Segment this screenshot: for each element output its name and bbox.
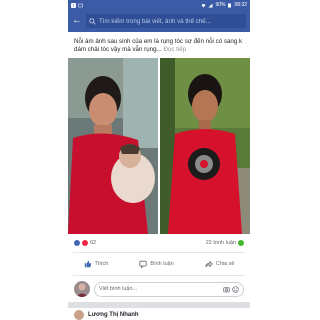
thumbs-up-icon	[84, 260, 91, 268]
reaction-summary[interactable]: 62 22 bình luận	[68, 234, 250, 252]
image-notification-icon	[78, 3, 83, 7]
left-gutter	[0, 0, 68, 320]
avatar	[74, 310, 84, 320]
status-left: f	[71, 2, 83, 8]
post-photos	[68, 58, 250, 234]
reaction-count: 62	[90, 240, 97, 246]
woman-red-shirt-photo	[160, 58, 250, 234]
user-avatar-icon	[74, 281, 90, 297]
photo-left[interactable]	[68, 58, 158, 234]
share-label: Chia sẻ	[215, 261, 235, 267]
battery-icon	[228, 3, 232, 7]
like-reaction-icon	[74, 240, 80, 246]
wifi-icon	[201, 3, 206, 7]
back-arrow-icon[interactable]: ←	[72, 16, 82, 26]
clock: 08:32	[234, 2, 247, 8]
comment-label: Bình luận	[150, 261, 174, 267]
search-header: ← Tìm kiếm trong bài viết, ảnh và thể ch…	[68, 10, 250, 32]
camera-icon[interactable]	[223, 286, 230, 293]
status-bar: f 90% 08:32	[68, 0, 250, 10]
reaction-count-group: 62	[74, 240, 96, 246]
action-bar: Thích Bình luận Chia sẻ	[68, 253, 250, 275]
comment-input[interactable]: Viết bình luận...	[94, 281, 244, 297]
next-post-header[interactable]: Lương Thị Nhanh	[68, 308, 250, 320]
battery-percent: 90%	[215, 2, 226, 8]
online-dot-icon	[238, 240, 244, 246]
avatar	[74, 281, 90, 297]
comment-composer: Viết bình luận...	[68, 276, 250, 302]
comment-bubble-icon	[139, 260, 148, 268]
share-arrow-icon	[204, 260, 213, 268]
status-right: 90% 08:32	[201, 2, 247, 8]
mother-holding-baby-photo	[68, 58, 158, 234]
share-button[interactable]: Chia sẻ	[204, 260, 235, 268]
screen: f 90% 08:32 ← Tìm kiếm trong bài viết, ả…	[0, 0, 320, 320]
facebook-icon: f	[71, 2, 76, 8]
next-post-author[interactable]: Lương Thị Nhanh	[88, 312, 139, 318]
like-label: Thích	[94, 261, 109, 267]
read-more-link[interactable]: Đọc tiếp	[163, 46, 186, 53]
comment-count-group[interactable]: 22 bình luận	[206, 240, 244, 246]
love-reaction-icon	[82, 240, 88, 246]
phone-screen: f 90% 08:32 ← Tìm kiếm trong bài viết, ả…	[68, 0, 250, 320]
post-text[interactable]: Nỗi ám ảnh sau sinh của em là rụng tóc s…	[68, 32, 250, 58]
post-body: Nỗi ám ảnh sau sinh của em là rụng tóc s…	[74, 38, 243, 54]
comment-button[interactable]: Bình luận	[139, 260, 174, 268]
search-placeholder: Tìm kiếm trong bài viết, ảnh và thể chế.…	[99, 17, 211, 25]
search-icon	[89, 17, 96, 25]
right-gutter	[252, 0, 320, 320]
emoji-icon[interactable]	[232, 285, 239, 293]
comment-count: 22 bình luận	[205, 240, 236, 246]
signal-icon	[208, 3, 213, 7]
comment-tools	[223, 285, 239, 293]
like-button[interactable]: Thích	[84, 260, 109, 268]
comment-placeholder: Viết bình luận...	[99, 286, 138, 292]
search-input[interactable]: Tìm kiếm trong bài viết, ảnh và thể chế.…	[86, 14, 246, 28]
photo-right[interactable]	[160, 58, 250, 234]
